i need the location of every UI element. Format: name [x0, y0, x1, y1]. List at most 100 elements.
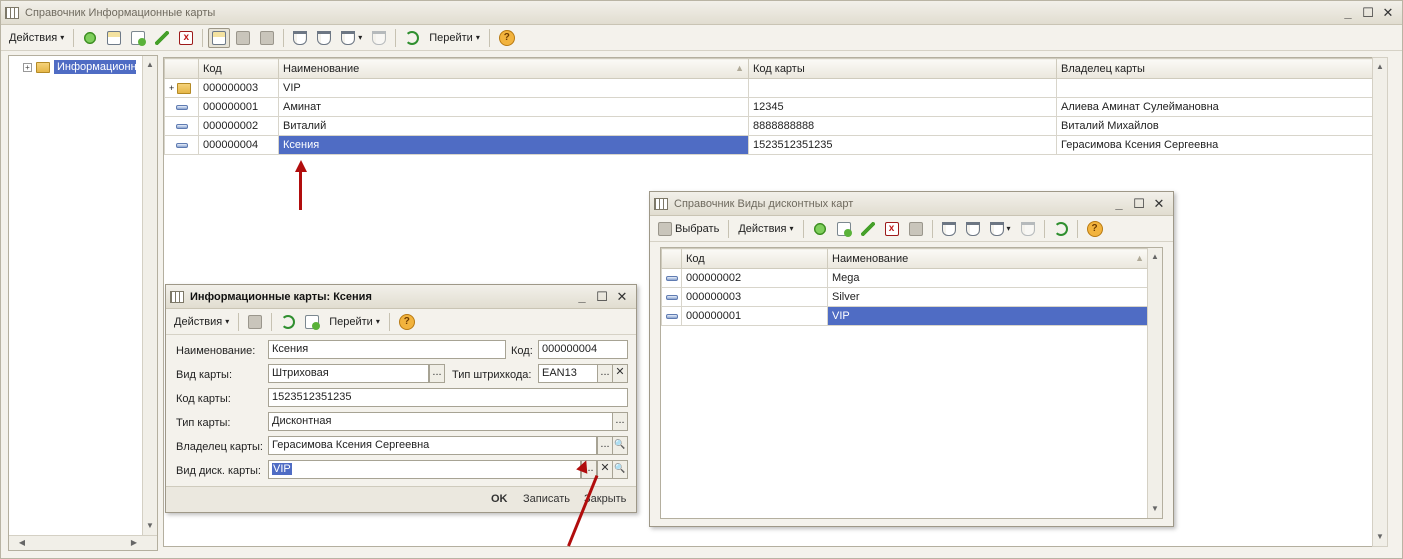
disc-kind-clear-button[interactable]: ✕ — [597, 460, 613, 479]
close-button[interactable]: ✕ — [612, 288, 632, 306]
maximize-button[interactable]: ☐ — [1358, 4, 1378, 22]
add-button[interactable] — [809, 219, 831, 239]
close-button[interactable]: ✕ — [1378, 4, 1398, 22]
ok-button[interactable]: OK — [491, 493, 508, 505]
table-row-selected[interactable]: 000000004 Ксения 1523512351235 Герасимов… — [164, 135, 1373, 155]
table-row-group-vip[interactable]: + 000000003 VIP — [164, 78, 1373, 98]
card-code-input[interactable]: 1523512351235 — [268, 388, 628, 407]
hierarchy-button[interactable] — [232, 28, 254, 48]
copy-button[interactable] — [833, 219, 855, 239]
delete-button[interactable]: x — [175, 28, 197, 48]
row-icon-cell — [164, 135, 199, 155]
table-row[interactable]: 000000002 Виталий 8888888888 Виталий Мих… — [164, 116, 1373, 136]
actions-menu-button[interactable]: Действия ▾ — [5, 28, 68, 48]
edit-button[interactable] — [151, 28, 173, 48]
scroll-left-icon[interactable]: ◀ — [15, 536, 29, 550]
table-row-selected[interactable]: 000000001 VIP — [661, 306, 1149, 326]
name-input[interactable]: Ксения — [268, 340, 506, 359]
goto-menu-button[interactable]: Перейти ▾ — [325, 312, 384, 332]
icon-column-header — [164, 58, 199, 79]
disc-kind-open-button[interactable]: 🔍 — [612, 460, 628, 479]
code-input[interactable]: 000000004 — [538, 340, 628, 359]
delete-button[interactable]: x — [881, 219, 903, 239]
card-kind-choose-button[interactable]: ... — [429, 364, 445, 383]
clear-filter-button[interactable] — [368, 28, 390, 48]
scroll-up-icon[interactable]: ▲ — [1373, 60, 1387, 74]
card-code-label: Код карты: — [176, 393, 231, 405]
hierarchy-icon — [236, 30, 251, 45]
edit-button[interactable] — [857, 219, 879, 239]
actions-menu-button[interactable]: Действия ▾ — [170, 312, 233, 332]
expand-icon[interactable]: + — [23, 62, 32, 72]
actions-menu-button[interactable]: Действия ▾ — [734, 219, 797, 239]
column-header-code[interactable]: Код — [198, 58, 279, 79]
owner-choose-button[interactable]: ... — [597, 436, 613, 455]
scroll-right-icon[interactable]: ▶ — [127, 536, 141, 550]
toolbar-separator — [73, 28, 75, 47]
table-row[interactable]: 000000002 Mega — [661, 268, 1149, 288]
owner-select[interactable]: Герасимова Ксения Сергеевна — [268, 436, 597, 455]
refresh-button[interactable] — [401, 28, 423, 48]
discount-kinds-window: Справочник Виды дисконтных карт _ ☐ ✕ Вы… — [649, 191, 1174, 527]
maximize-button[interactable]: ☐ — [1129, 195, 1149, 213]
column-header-name[interactable]: Наименование ▲ — [827, 248, 1149, 269]
level-up-button[interactable] — [256, 28, 278, 48]
barcode-type-clear-button[interactable]: ✕ — [612, 364, 628, 383]
card-type-choose-button[interactable]: ... — [612, 412, 628, 431]
save-button[interactable]: Записать — [523, 493, 570, 505]
maximize-button[interactable]: ☐ — [592, 288, 612, 306]
tree-view-button[interactable] — [208, 27, 231, 48]
help-button[interactable]: ? — [1083, 219, 1107, 239]
scroll-up-icon[interactable]: ▲ — [1148, 250, 1162, 264]
scroll-up-icon[interactable]: ▲ — [143, 58, 157, 72]
save-and-close-button[interactable] — [244, 312, 266, 332]
card-kind-select[interactable]: Штриховая — [268, 364, 429, 383]
column-header-name[interactable]: Наименование ▲ — [278, 58, 749, 79]
filter-by-value-button[interactable] — [962, 219, 984, 239]
scroll-down-icon[interactable]: ▼ — [1148, 502, 1162, 516]
expand-arrow-icon[interactable]: + — [169, 83, 174, 93]
column-header-owner[interactable]: Владелец карты — [1056, 58, 1373, 79]
toolbar-separator — [1076, 219, 1078, 238]
column-header-code[interactable]: Код — [681, 248, 828, 269]
copy-button[interactable] — [127, 28, 149, 48]
add-button[interactable] — [79, 28, 101, 48]
close-button[interactable]: ✕ — [1149, 195, 1169, 213]
tree-horizontal-scrollbar[interactable]: ◀ ▶ — [9, 535, 157, 550]
help-button[interactable]: ? — [395, 312, 419, 332]
cell-owner — [1056, 78, 1373, 98]
copy-button[interactable] — [301, 312, 323, 332]
tree-vertical-scrollbar[interactable]: ▲ ▼ — [142, 56, 157, 535]
column-header-card-code[interactable]: Код карты — [748, 58, 1057, 79]
item-icon — [175, 104, 188, 110]
table-row[interactable]: 000000001 Аминат 12345 Алиева Аминат Сул… — [164, 97, 1373, 117]
minimize-button[interactable]: _ — [1109, 195, 1129, 213]
refresh-button[interactable] — [1050, 219, 1072, 239]
disc-kind-select[interactable]: VIP — [268, 460, 581, 479]
filter-by-value-button[interactable] — [313, 28, 335, 48]
card-type-select[interactable]: Дисконтная — [268, 412, 613, 431]
owner-open-button[interactable]: 🔍 — [612, 436, 628, 455]
barcode-type-select[interactable]: EAN13 — [538, 364, 598, 383]
reread-button[interactable] — [277, 312, 299, 332]
scroll-down-icon[interactable]: ▼ — [143, 519, 157, 533]
minimize-button[interactable]: _ — [572, 288, 592, 306]
tree-item-info-cards[interactable]: + Информационные карты — [23, 60, 136, 74]
post-button[interactable] — [905, 219, 927, 239]
add-group-button[interactable] — [103, 28, 125, 48]
disc-vertical-scrollbar[interactable]: ▲ ▼ — [1147, 248, 1162, 518]
filter-button[interactable] — [938, 219, 960, 239]
table-row[interactable]: 000000003 Silver — [661, 287, 1149, 307]
main-vertical-scrollbar[interactable]: ▲ ▼ — [1372, 57, 1388, 547]
goto-menu-button[interactable]: Перейти ▾ — [425, 28, 484, 48]
scroll-down-icon[interactable]: ▼ — [1373, 530, 1387, 544]
filter-history-button[interactable]: ▾ — [337, 28, 366, 48]
filter-history-button[interactable]: ▾ — [986, 219, 1015, 239]
barcode-type-choose-button[interactable]: ... — [597, 364, 613, 383]
item-icon — [666, 294, 678, 300]
clear-filter-button[interactable] — [1017, 219, 1039, 239]
help-button[interactable]: ? — [495, 28, 519, 48]
minimize-button[interactable]: _ — [1338, 4, 1358, 22]
filter-button[interactable] — [289, 28, 311, 48]
select-button[interactable]: Выбрать — [654, 219, 723, 239]
